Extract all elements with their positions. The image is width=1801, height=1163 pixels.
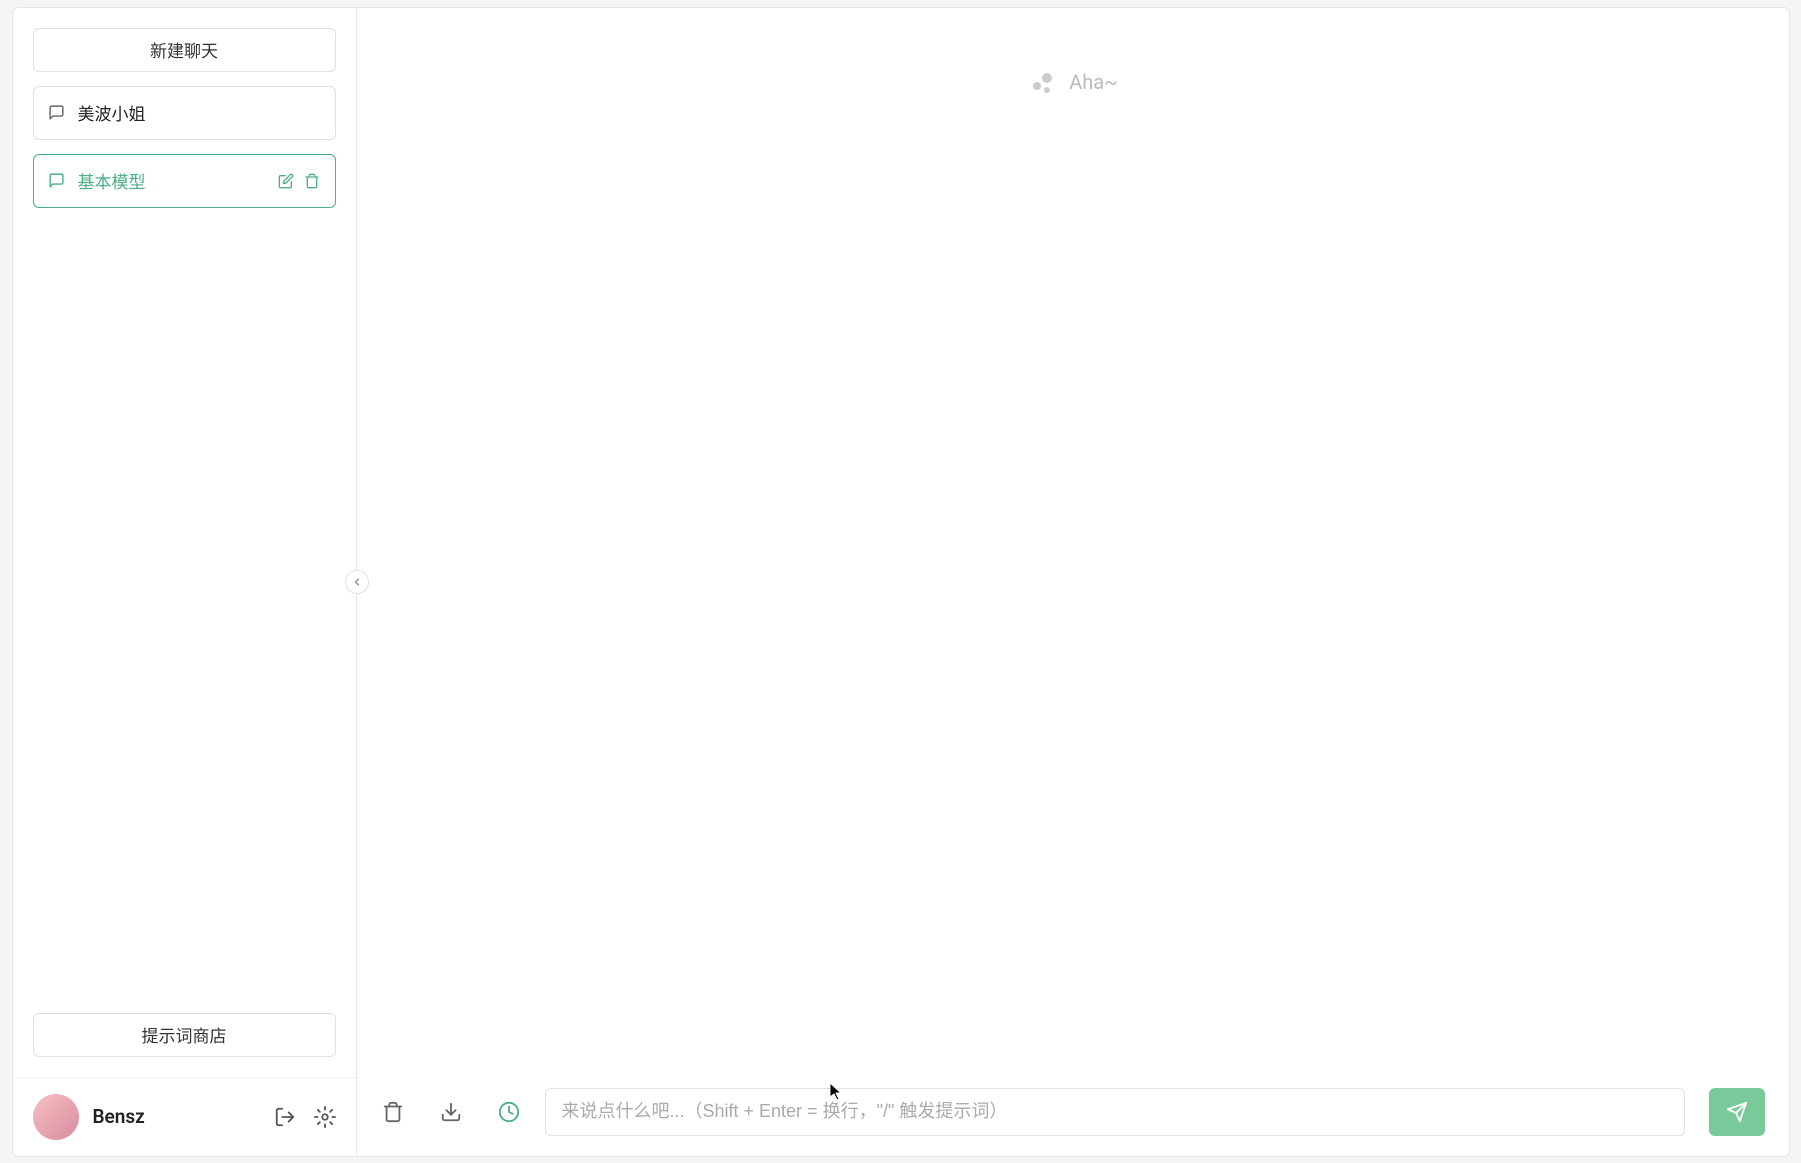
chat-item-active[interactable]: 基本模型: [33, 154, 336, 208]
app-window: 新建聊天 美波小姐 基本模型: [12, 7, 1790, 1157]
main-content: Aha~: [357, 8, 1789, 1156]
logout-icon[interactable]: [274, 1106, 296, 1128]
footer-actions: [381, 1100, 521, 1124]
chat-item-label: 美波小姐: [78, 100, 321, 125]
chat-input[interactable]: [562, 1101, 1668, 1122]
loading-indicator: Aha~: [1027, 68, 1118, 96]
user-actions: [274, 1106, 336, 1128]
download-icon[interactable]: [439, 1100, 463, 1124]
clear-icon[interactable]: [381, 1100, 405, 1124]
sidebar: 新建聊天 美波小姐 基本模型: [13, 8, 357, 1156]
sidebar-bottom: 提示词商店: [13, 993, 356, 1077]
username: Bensz: [93, 1105, 260, 1128]
context-icon[interactable]: [497, 1100, 521, 1124]
prompt-store-label: 提示词商店: [142, 1022, 227, 1047]
sidebar-chat-list: 新建聊天 美波小姐 基本模型: [13, 8, 356, 993]
prompt-store-button[interactable]: 提示词商店: [33, 1013, 336, 1057]
chat-item-actions: [277, 172, 321, 190]
sidebar-collapse-button[interactable]: [345, 570, 369, 594]
user-bar: Bensz: [13, 1077, 356, 1156]
new-chat-label: 新建聊天: [150, 37, 218, 62]
avatar[interactable]: [33, 1094, 79, 1140]
chat-item-label: 基本模型: [78, 168, 265, 193]
message-icon: [48, 172, 66, 190]
chat-area: Aha~: [357, 8, 1789, 1068]
settings-icon[interactable]: [314, 1106, 336, 1128]
message-icon: [48, 104, 66, 122]
loading-text: Aha~: [1069, 70, 1118, 94]
footer-bar: [357, 1068, 1789, 1156]
send-button[interactable]: [1709, 1088, 1765, 1136]
edit-icon[interactable]: [277, 172, 295, 190]
loading-dots-icon: [1027, 68, 1055, 96]
chat-item[interactable]: 美波小姐: [33, 86, 336, 140]
new-chat-button[interactable]: 新建聊天: [33, 28, 336, 72]
delete-icon[interactable]: [303, 172, 321, 190]
input-wrapper: [545, 1088, 1685, 1136]
